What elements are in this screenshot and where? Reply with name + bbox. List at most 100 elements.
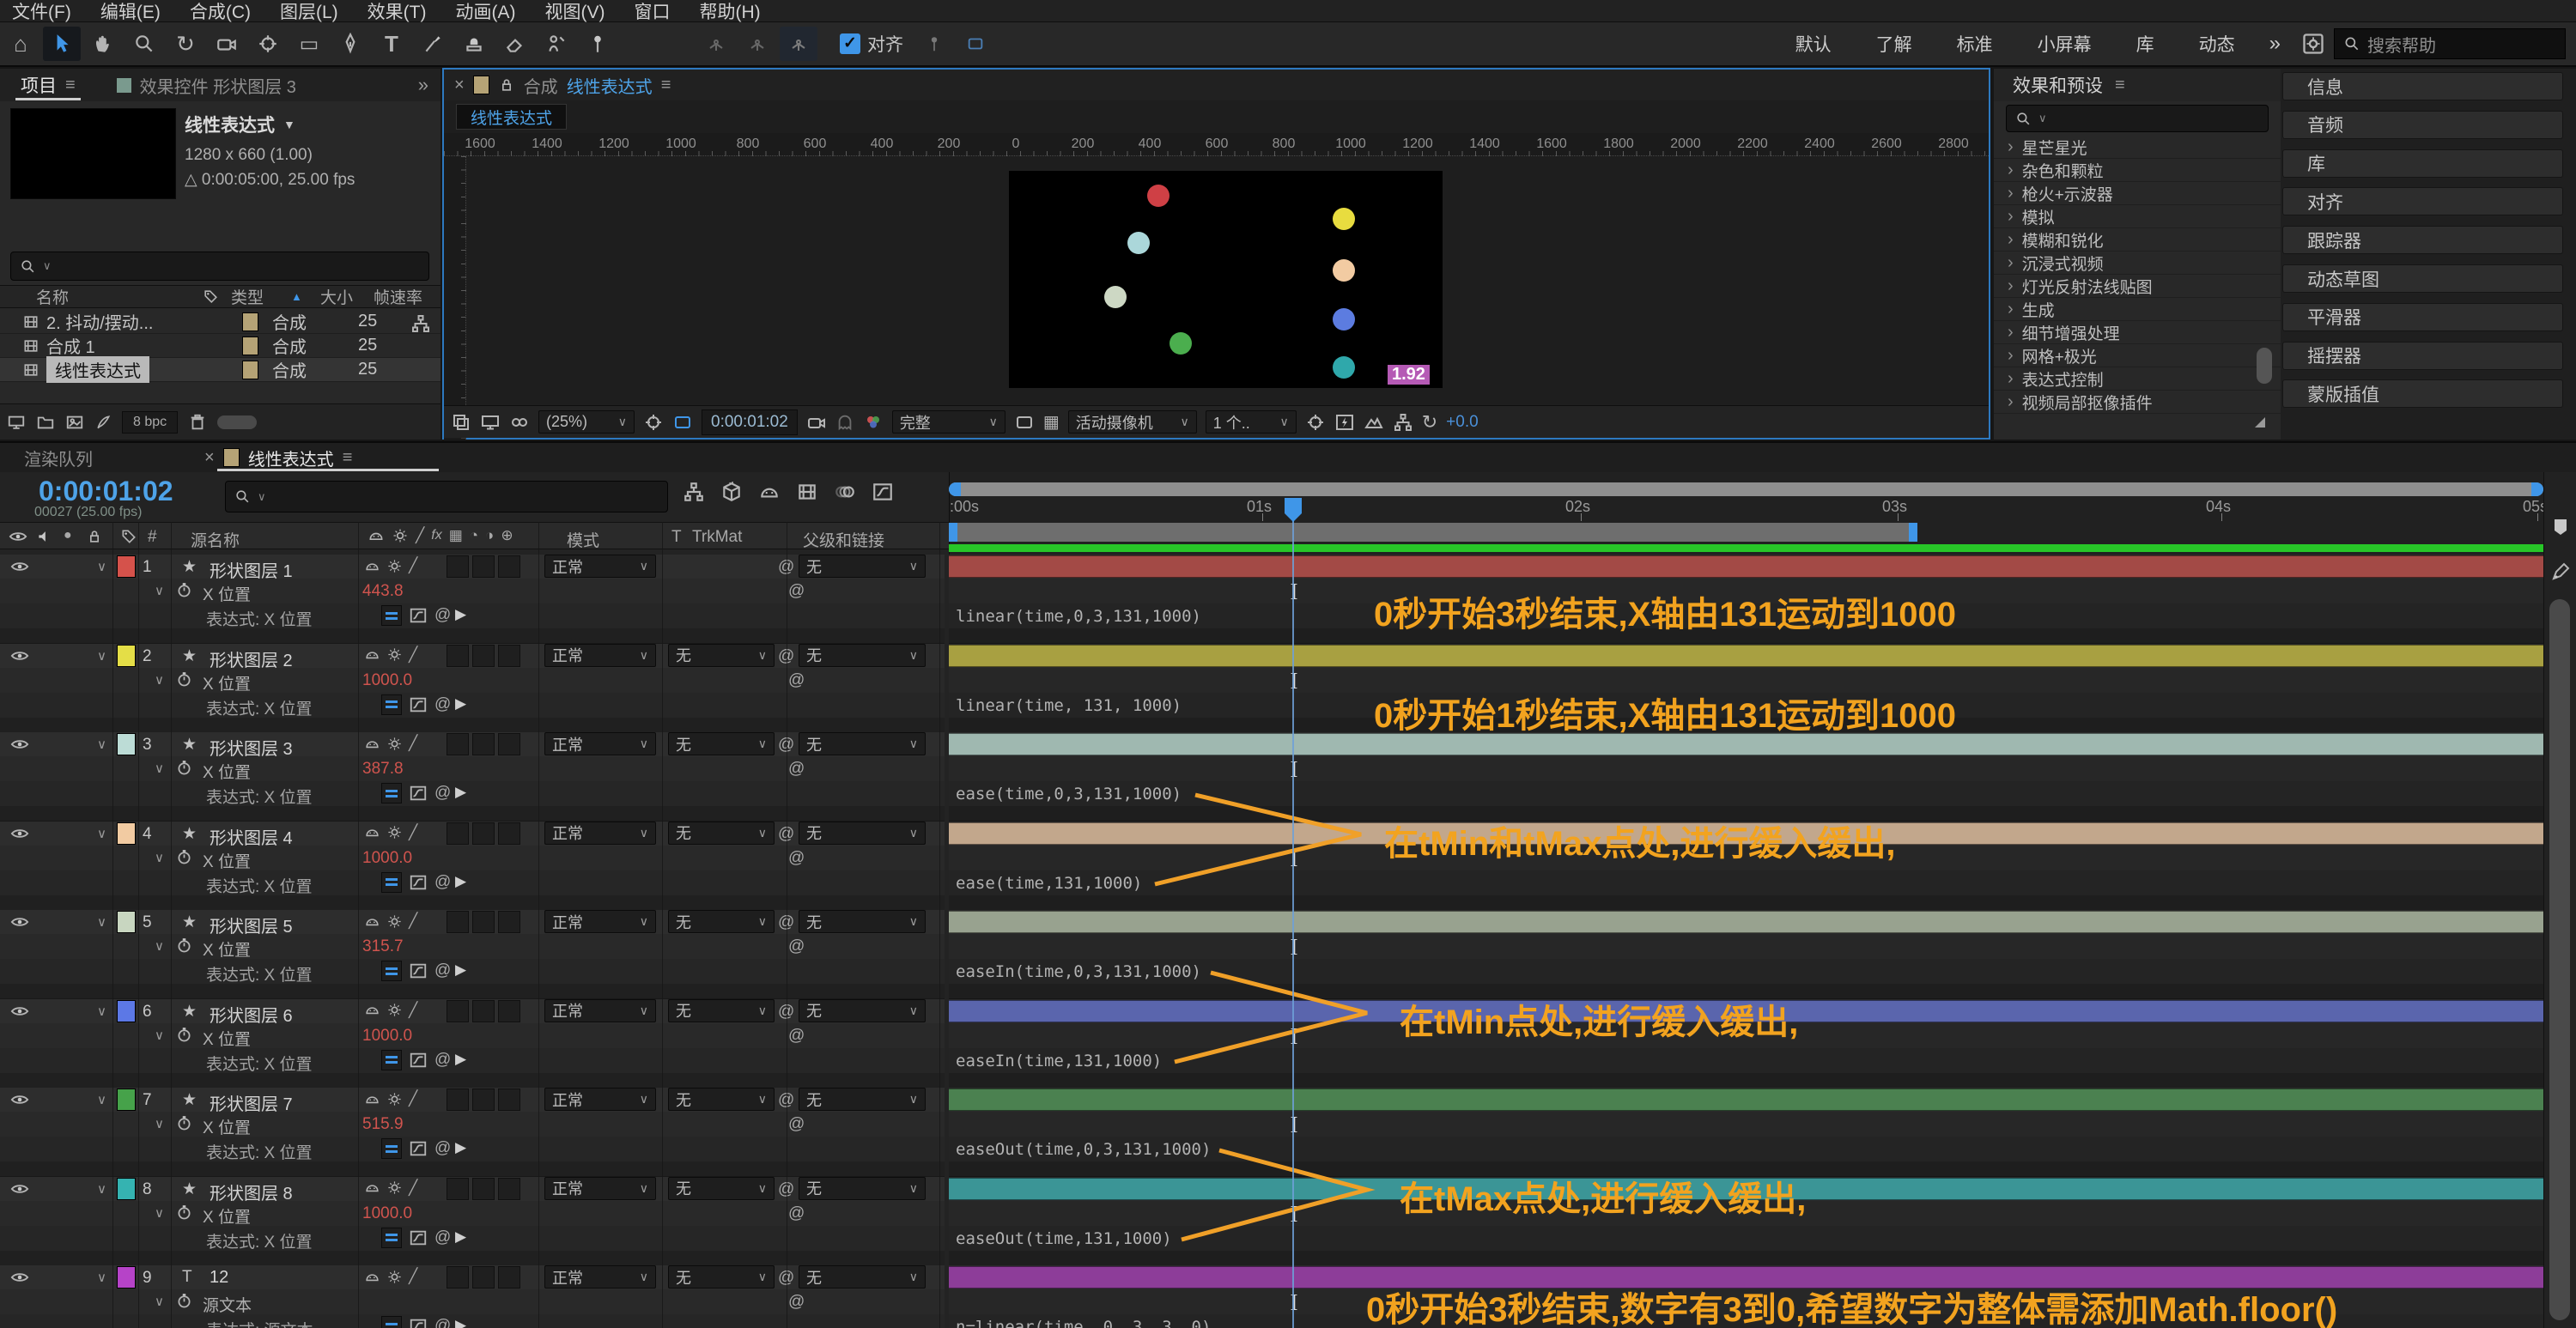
work-area-bar[interactable] — [949, 523, 1917, 542]
current-time-display[interactable]: 0:00:01:02 — [39, 476, 173, 507]
layer-color-swatch[interactable] — [117, 1266, 136, 1289]
quality-icon[interactable]: ╱ — [409, 913, 417, 930]
expression-text[interactable]: n=linear(time, 0, 3, 3, 0) — [956, 1318, 1211, 1328]
comp-pill-tab[interactable]: 线性表达式 — [456, 104, 568, 130]
camera-view-dropdown[interactable]: 活动摄像机 ∨ — [1067, 410, 1197, 434]
layer-color-swatch[interactable] — [117, 1177, 136, 1200]
expression-label[interactable]: 表达式: 源文本 — [206, 1318, 313, 1328]
region-of-interest-icon[interactable] — [1014, 412, 1035, 433]
layer-expand-chevron-icon[interactable]: ∨ — [97, 1181, 106, 1197]
rail-panel-button[interactable]: 动态草图 — [2282, 264, 2563, 293]
property-pickwhip-icon[interactable]: @ — [788, 582, 805, 601]
collapse-sun-icon[interactable] — [386, 736, 403, 752]
close-tab-icon[interactable]: × — [204, 448, 215, 468]
workspace-learn[interactable]: 了解 — [1854, 31, 1935, 57]
property-pickwhip-icon[interactable]: @ — [788, 849, 805, 868]
project-item-name[interactable]: 线性表达式 — [185, 112, 275, 137]
expression-pickwhip-icon[interactable]: @ — [434, 873, 451, 892]
panel-overflow-icon[interactable]: » — [418, 74, 440, 96]
expression-language-menu-icon[interactable]: ▶ — [455, 606, 466, 623]
stopwatch-icon[interactable] — [175, 1026, 193, 1044]
effects-panel-title[interactable]: 效果和预设 — [2013, 72, 2103, 98]
layer-switch-boxes[interactable] — [447, 1088, 520, 1111]
tab-timeline-comp[interactable]: 线性表达式 — [248, 446, 334, 470]
draft-3d-icon[interactable] — [720, 481, 743, 503]
show-snapshot-icon[interactable] — [835, 413, 854, 432]
parent-dropdown[interactable]: 无 ∨ — [799, 732, 926, 755]
timeline-panel-menu-icon[interactable]: ≡ — [343, 448, 353, 468]
transparency-grid-icon[interactable]: ▦ — [1043, 411, 1060, 433]
expression-label[interactable]: 表达式: X 位置 — [206, 1229, 313, 1252]
magnification-dropdown[interactable]: (25%) ∨ — [538, 410, 635, 434]
solo-column-icon[interactable]: ● — [64, 528, 72, 543]
effects-panel-menu-icon[interactable]: ≡ — [2115, 76, 2125, 95]
property-name[interactable]: X 位置 — [203, 760, 251, 783]
blend-mode-dropdown[interactable]: 正常 ∨ — [544, 732, 656, 755]
layer-row[interactable]: ∨ 3 ★ 形状图层 3 ╱ 正常∨ 无∨ @ 无∨ ∨ X 位置 387.8 … — [0, 732, 2576, 822]
text-tool[interactable]: T — [373, 27, 410, 61]
property-value[interactable]: 1000.0 — [362, 1204, 412, 1223]
property-chevron-icon[interactable]: ∨ — [155, 938, 164, 954]
layer-color-swatch[interactable] — [117, 1088, 136, 1111]
workspace-standard[interactable]: 标准 — [1935, 31, 2015, 57]
quality-icon[interactable]: ╱ — [409, 557, 417, 574]
column-name[interactable]: 名称 — [0, 285, 69, 308]
audio-column-icon[interactable] — [36, 528, 53, 545]
effects-group-row[interactable]: › 模糊和锐化 — [1994, 228, 2281, 252]
navigator-start-handle[interactable] — [949, 482, 961, 496]
layer-name[interactable]: 形状图层 8 — [210, 1179, 293, 1204]
composition-mini-flowchart-icon[interactable] — [683, 481, 705, 503]
hide-shy-layers-icon[interactable] — [758, 481, 781, 503]
effects-group-label[interactable]: 网格+极光 — [2022, 344, 2097, 367]
effects-group-row[interactable]: › 视频局部抠像插件 — [1994, 391, 2281, 414]
trkmat-dropdown[interactable]: 无 ∨ — [668, 732, 775, 755]
property-value[interactable]: 443.8 — [362, 582, 404, 601]
effects-group-row[interactable]: › 网格+极光 — [1994, 344, 2281, 367]
composition-canvas[interactable] — [1009, 171, 1443, 388]
property-name[interactable]: X 位置 — [203, 849, 251, 872]
label-color-chip[interactable] — [242, 336, 258, 355]
layer-expand-chevron-icon[interactable]: ∨ — [97, 559, 106, 574]
index-column-label[interactable]: # — [148, 528, 157, 547]
source-name-column[interactable]: 源名称 — [191, 528, 240, 551]
expression-label[interactable]: 表达式: X 位置 — [206, 696, 313, 719]
motion-blur-col-icon[interactable]: ◔ — [470, 527, 478, 544]
expression-language-menu-icon[interactable]: ▶ — [455, 873, 466, 890]
layer-visibility-eye-icon[interactable] — [10, 1002, 29, 1021]
flowchart-button-icon[interactable] — [1393, 412, 1413, 433]
parent-dropdown[interactable]: 无 ∨ — [799, 1088, 926, 1111]
blend-mode-dropdown[interactable]: 正常 ∨ — [544, 1088, 656, 1111]
expression-enabled-icon[interactable] — [381, 1049, 402, 1070]
expression-enabled-icon[interactable] — [381, 783, 402, 803]
local-axis-mode-icon[interactable] — [697, 27, 735, 61]
layer-switch-boxes[interactable] — [447, 999, 520, 1022]
trkmat-dropdown[interactable]: 无 ∨ — [668, 643, 775, 667]
chevron-right-icon[interactable]: › — [2008, 230, 2014, 250]
collapse-sun-icon[interactable] — [386, 1002, 403, 1018]
show-graph-icon[interactable] — [409, 1139, 428, 1158]
chevron-right-icon[interactable]: › — [2008, 184, 2014, 203]
viewer-panel-menu-icon[interactable]: ≡ — [661, 76, 671, 95]
frame-blending-icon[interactable] — [796, 481, 818, 503]
show-graph-icon[interactable] — [409, 695, 428, 714]
property-pickwhip-icon[interactable]: @ — [788, 1115, 805, 1134]
effects-group-label[interactable]: 灯光反射法线贴图 — [2022, 275, 2153, 298]
effects-group-label[interactable]: 模拟 — [2022, 205, 2055, 228]
item-info-caret-icon[interactable]: ▼ — [283, 118, 295, 131]
shy-icon[interactable] — [368, 527, 385, 544]
expression-text[interactable]: easeOut(time,131,1000) — [956, 1229, 1172, 1248]
stopwatch-icon[interactable] — [175, 1114, 193, 1132]
menu-window[interactable]: 窗口 — [634, 0, 670, 24]
timeline-navigator-bar[interactable] — [949, 482, 2543, 496]
blend-mode-dropdown[interactable]: 正常 ∨ — [544, 821, 656, 845]
blend-mode-dropdown[interactable]: 正常 ∨ — [544, 998, 656, 1022]
rail-panel-button[interactable]: 平滑器 — [2282, 302, 2563, 331]
project-row-name[interactable]: 线性表达式 — [46, 356, 149, 383]
chevron-right-icon[interactable]: › — [2008, 161, 2014, 180]
view-axis-mode-icon[interactable] — [780, 27, 817, 61]
project-row-name[interactable]: 2. 抖动/摆动... — [46, 309, 153, 334]
effects-group-label[interactable]: 杂色和颗粒 — [2022, 159, 2104, 182]
effects-group-row[interactable]: › 细节增强处理 — [1994, 321, 2281, 344]
expression-language-menu-icon[interactable]: ▶ — [455, 784, 466, 801]
layer-color-swatch[interactable] — [117, 555, 136, 578]
